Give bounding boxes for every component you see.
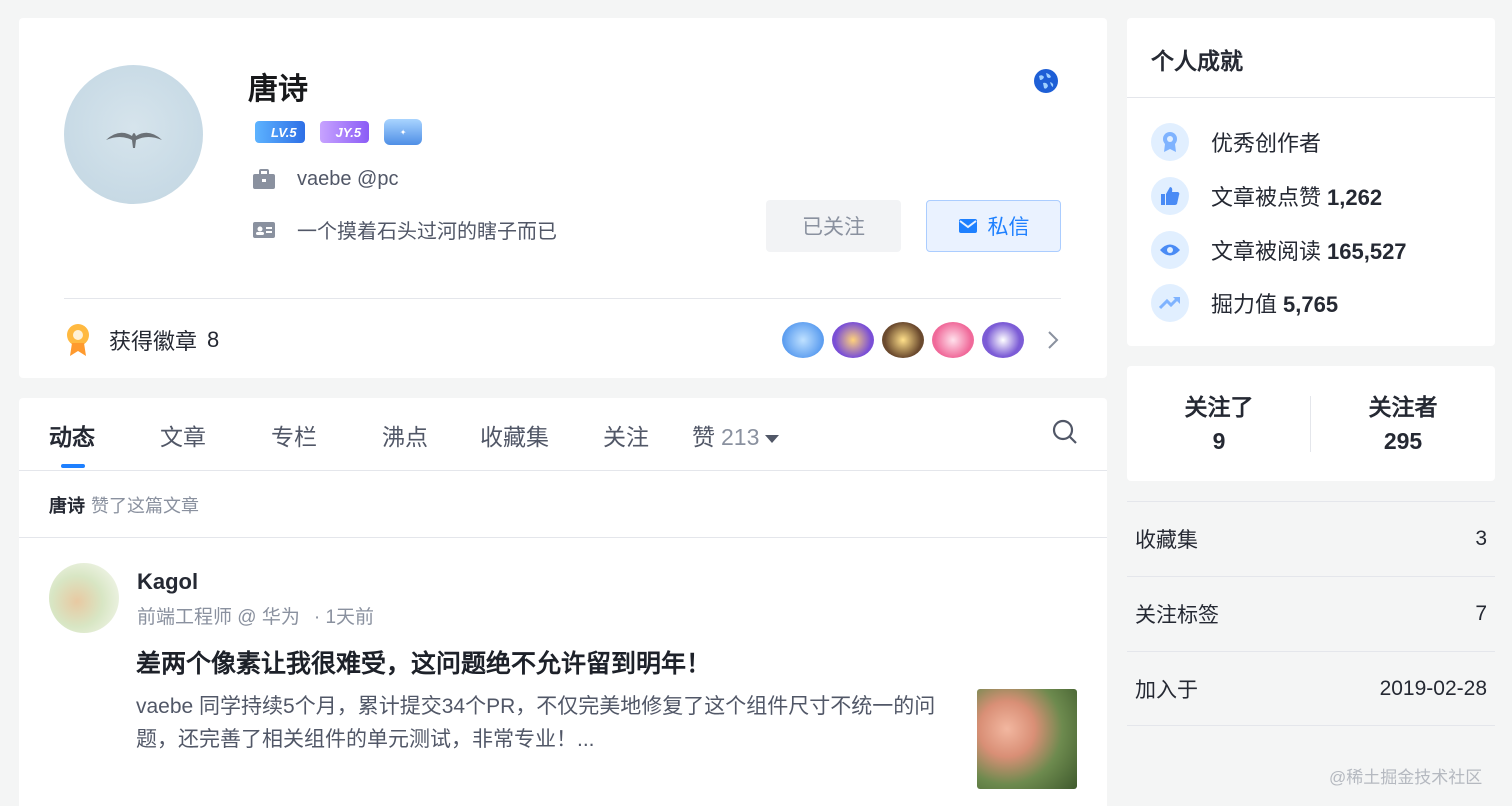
tab-likes-count: 213 xyxy=(721,424,760,450)
post-author-role: 前端工程师 @ 华为 xyxy=(137,607,300,628)
badges-footer[interactable]: 获得徽章 8 xyxy=(64,320,1064,360)
stat-collections[interactable]: 收藏集 3 xyxy=(1127,501,1495,576)
achievement-label: 优秀创作者 xyxy=(1211,131,1322,156)
bio-row: 一个摸着石头过河的瞎子而已 xyxy=(251,215,557,244)
tab-likes-label: 赞 xyxy=(692,424,715,450)
followers-count: 295 xyxy=(1383,428,1423,454)
feed-card: 动态 文章 专栏 沸点 收藏集 关注 赞 213 唐诗 赞了这篇文章 Kagol … xyxy=(19,398,1107,806)
message-button[interactable]: 私信 xyxy=(926,200,1061,252)
followers-stat[interactable]: 关注者 295 xyxy=(1311,388,1495,455)
stat-label: 加入于 xyxy=(1135,678,1198,702)
badge-icon[interactable] xyxy=(982,322,1024,358)
stat-value: 3 xyxy=(1475,527,1487,550)
job-row: vaebe @pc xyxy=(251,166,398,192)
achievements-card: 个人成就 优秀创作者 文章被点赞 1,262 文章被阅读 165,527 掘力值 5,… xyxy=(1127,18,1495,346)
tab-pins[interactable]: 沸点 xyxy=(382,418,428,452)
following-stat[interactable]: 关注了 9 xyxy=(1127,388,1311,455)
tab-bar: 动态 文章 专栏 沸点 收藏集 关注 赞 213 xyxy=(19,398,1107,471)
together-badge-icon[interactable]: ✦ xyxy=(384,119,423,145)
medal-icon xyxy=(67,324,89,356)
globe-icon[interactable] xyxy=(1033,68,1059,94)
followed-button[interactable]: 已关注 xyxy=(766,200,901,252)
activity-user[interactable]: 唐诗 xyxy=(49,492,85,518)
stat-label: 收藏集 xyxy=(1135,529,1198,552)
award-icon xyxy=(1151,123,1189,161)
badge-list xyxy=(782,322,1024,358)
followers-label: 关注者 xyxy=(1368,394,1438,420)
activity-action: 赞了这篇文章 xyxy=(91,495,199,516)
watermark: @稀土掘金技术社区 xyxy=(1329,768,1483,787)
badge-icon[interactable] xyxy=(832,322,874,358)
post-meta: 前端工程师 @ 华为 · 1天前 xyxy=(137,602,374,629)
mail-icon xyxy=(958,219,977,233)
achievement-value: 165,527 xyxy=(1327,239,1407,264)
divider xyxy=(64,298,1061,299)
stat-tags[interactable]: 关注标签 7 xyxy=(1127,576,1495,651)
level-badge[interactable]: LV.5 xyxy=(255,121,305,143)
trend-up-icon xyxy=(1151,284,1189,322)
level-badges: LV.5 JY.5 ✦ xyxy=(255,119,423,145)
profile-card: 唐诗 LV.5 JY.5 ✦ vaebe @pc 一个摸着石头过河的瞎子而已 已… xyxy=(19,18,1107,378)
badge-icon[interactable] xyxy=(882,322,924,358)
thumbs-up-icon xyxy=(1151,177,1189,215)
message-label: 私信 xyxy=(987,216,1030,239)
tab-likes[interactable]: 赞 213 xyxy=(692,418,780,452)
id-card-icon xyxy=(251,217,277,243)
tab-indicator xyxy=(61,464,85,468)
tab-following[interactable]: 关注 xyxy=(603,418,649,452)
caret-down-icon xyxy=(765,434,780,443)
post-title[interactable]: 差两个像素让我很难受，这问题绝不允许留到明年！ xyxy=(136,644,711,680)
bio-text: 一个摸着石头过河的瞎子而已 xyxy=(297,221,557,243)
achievement-label: 文章被阅读 xyxy=(1211,239,1322,264)
briefcase-icon xyxy=(251,166,277,192)
badges-count: 8 xyxy=(207,327,220,352)
job-text: vaebe @pc xyxy=(297,167,399,190)
tab-columns[interactable]: 专栏 xyxy=(271,418,317,452)
post-time: · 1天前 xyxy=(313,607,375,628)
seagull-icon xyxy=(105,132,162,148)
post-excerpt[interactable]: vaebe 同学持续5个月，累计提交34个PR，不仅完美地修复了这个组件尺寸不统… xyxy=(136,690,956,756)
achievements-title: 个人成就 xyxy=(1151,48,1243,74)
following-count: 9 xyxy=(1212,428,1226,454)
activity-header: 唐诗 赞了这篇文章 xyxy=(19,472,1107,538)
badge-icon[interactable] xyxy=(782,322,824,358)
user-avatar[interactable] xyxy=(64,65,203,204)
achievement-value: 1,262 xyxy=(1327,185,1383,210)
tab-collections[interactable]: 收藏集 xyxy=(480,418,549,452)
achievement-likes: 文章被点赞 1,262 xyxy=(1151,177,1382,215)
achievement-power: 掘力值 5,765 xyxy=(1151,284,1338,322)
following-label: 关注了 xyxy=(1184,394,1254,420)
achievement-value: 5,765 xyxy=(1283,292,1339,317)
post-author-avatar[interactable] xyxy=(49,563,119,633)
divider xyxy=(1127,97,1495,98)
badges-label: 获得徽章 xyxy=(109,329,198,354)
post-thumbnail[interactable] xyxy=(977,689,1077,789)
follow-card: 关注了 9 关注者 295 xyxy=(1127,366,1495,481)
eye-icon xyxy=(1151,231,1189,269)
achievement-label: 文章被点赞 xyxy=(1211,185,1322,210)
tab-articles[interactable]: 文章 xyxy=(160,418,206,452)
badge-icon[interactable] xyxy=(932,322,974,358)
stat-joined: 加入于 2019-02-28 xyxy=(1127,651,1495,726)
stat-value: 2019-02-28 xyxy=(1379,676,1487,700)
chevron-right-icon[interactable] xyxy=(1047,330,1059,350)
stat-label: 关注标签 xyxy=(1135,604,1219,627)
post-author[interactable]: Kagol xyxy=(137,569,198,595)
stat-list: 收藏集 3 关注标签 7 加入于 2019-02-28 xyxy=(1127,501,1495,726)
jy-badge[interactable]: JY.5 xyxy=(319,121,370,143)
achievement-creator: 优秀创作者 xyxy=(1151,123,1321,161)
achievement-label: 掘力值 xyxy=(1211,292,1278,317)
achievement-views: 文章被阅读 165,527 xyxy=(1151,231,1407,269)
stat-value: 7 xyxy=(1475,602,1487,625)
search-icon[interactable] xyxy=(1052,419,1078,445)
user-name: 唐诗 xyxy=(248,73,308,106)
tab-activity[interactable]: 动态 xyxy=(49,418,95,452)
